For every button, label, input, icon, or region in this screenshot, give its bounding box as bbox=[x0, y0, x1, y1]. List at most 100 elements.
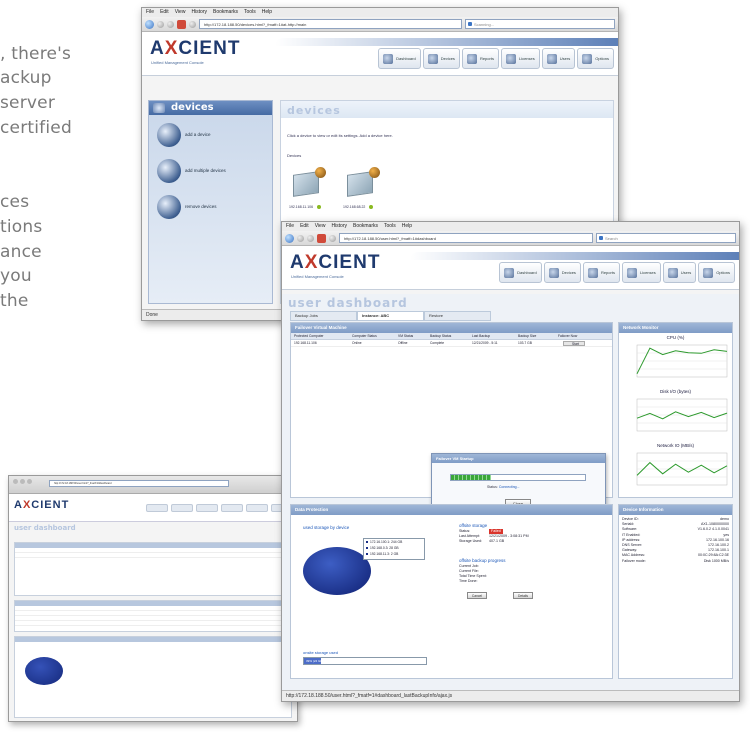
sidebar-item-add-multiple[interactable]: add multiple devices bbox=[149, 157, 272, 187]
panel-header: Failover Virtual Machine bbox=[291, 323, 612, 333]
storage-pie-chart bbox=[303, 547, 371, 595]
forward-icon[interactable] bbox=[157, 20, 164, 28]
main-toolbar: Dashboard Devices Reports Licenses Users… bbox=[499, 262, 735, 283]
mini-toolbar bbox=[146, 504, 293, 512]
mini-toolbar-button[interactable] bbox=[196, 504, 218, 512]
back-icon[interactable] bbox=[285, 233, 294, 243]
page-title: user dashboard bbox=[288, 296, 408, 310]
table-row[interactable]: 192.168.11.106 Online Offline Complete 1… bbox=[291, 340, 612, 347]
brochure-line: tions bbox=[0, 217, 43, 237]
toolbar-devices-button[interactable]: Devices bbox=[422, 48, 460, 69]
search-box[interactable]: Scanning... bbox=[465, 19, 615, 29]
mini-toolbar-button[interactable] bbox=[246, 504, 268, 512]
toolbar-dashboard-button[interactable]: Dashboard bbox=[499, 262, 542, 283]
toolbar-users-button[interactable]: Users bbox=[541, 48, 576, 69]
toolbar-licenses-button[interactable]: Licenses bbox=[500, 48, 540, 69]
reload-icon[interactable] bbox=[307, 234, 314, 242]
mini-toolbar-button[interactable] bbox=[221, 504, 243, 512]
menu-view[interactable]: View bbox=[315, 222, 326, 231]
device-badge-icon bbox=[369, 167, 380, 178]
dashboard-body: user dashboard Backup Jobs Instance: ABC… bbox=[282, 294, 739, 690]
brochure-line: ance bbox=[0, 242, 42, 262]
mini-devices-panel bbox=[14, 600, 292, 632]
devices-icon bbox=[427, 53, 438, 64]
window-zoom-icon[interactable] bbox=[27, 479, 32, 484]
menu-file[interactable]: File bbox=[286, 222, 294, 231]
stop-icon[interactable] bbox=[177, 19, 186, 29]
panel-header: Data Protection bbox=[291, 505, 612, 515]
menu-help[interactable]: Help bbox=[262, 8, 272, 17]
details-button[interactable]: Details bbox=[513, 592, 533, 599]
menu-edit[interactable]: Edit bbox=[160, 8, 169, 17]
toolbar-dashboard-button[interactable]: Dashboard bbox=[378, 48, 421, 69]
menu-bar: File Edit View History Bookmarks Tools H… bbox=[282, 222, 739, 231]
stop-icon[interactable] bbox=[317, 233, 326, 243]
forward-icon[interactable] bbox=[297, 234, 304, 242]
tab-restore[interactable]: Restore bbox=[424, 311, 491, 321]
menu-history[interactable]: History bbox=[331, 222, 347, 231]
window-close-icon[interactable] bbox=[13, 479, 18, 484]
toolbar-options-button[interactable]: Options bbox=[577, 48, 614, 69]
dashboard-icon bbox=[383, 53, 394, 64]
mini-toolbar-button[interactable] bbox=[171, 504, 193, 512]
tab-backup-jobs[interactable]: Backup Jobs bbox=[290, 311, 357, 321]
sidebar-item-label: add a device bbox=[185, 132, 211, 137]
menu-tools[interactable]: Tools bbox=[384, 222, 396, 231]
reload-icon[interactable] bbox=[167, 20, 174, 28]
device-tile[interactable]: 192.168.68.22 bbox=[343, 163, 383, 210]
mini-toolbar-button[interactable] bbox=[146, 504, 168, 512]
sidebar-item-label: add multiple devices bbox=[185, 168, 226, 173]
onsite-storage-label: onsite storage used bbox=[303, 650, 338, 655]
reports-icon bbox=[466, 53, 477, 64]
toolbar-reports-button[interactable]: Reports bbox=[461, 48, 499, 69]
toolbar-options-button[interactable]: Options bbox=[698, 262, 735, 283]
menu-tools[interactable]: Tools bbox=[244, 8, 256, 17]
licenses-icon bbox=[626, 267, 637, 278]
brochure-line: certified bbox=[0, 118, 72, 138]
home-icon[interactable] bbox=[329, 234, 336, 242]
devices-group-label: Devices bbox=[287, 153, 302, 158]
dashboard-browser-window: File Edit View History Bookmarks Tools H… bbox=[281, 221, 740, 702]
mini-app-header: AXCIENT bbox=[9, 494, 297, 522]
toolbar-users-button[interactable]: Users bbox=[662, 262, 697, 283]
menu-view[interactable]: View bbox=[175, 8, 186, 17]
network-chart-title: Network IO (MB/s) bbox=[656, 443, 694, 448]
window-minimize-icon[interactable] bbox=[20, 479, 25, 484]
cancel-button[interactable]: Cancel bbox=[467, 592, 487, 599]
toolbar-devices-button[interactable]: Devices bbox=[543, 262, 581, 283]
menu-history[interactable]: History bbox=[191, 8, 207, 17]
sidebar-item-add-device[interactable]: add a device bbox=[149, 121, 272, 151]
mini-address-bar[interactable]: http://172.18.188.50/user.html?_fmatf=1#… bbox=[49, 480, 229, 487]
back-icon[interactable] bbox=[145, 19, 154, 29]
offsite-storage-title: offsite storage bbox=[459, 523, 488, 528]
disk-line-chart bbox=[636, 398, 728, 432]
storage-legend: 172.16.100.1: 244 GB 192.168.0.3: 28 GB … bbox=[363, 538, 425, 560]
cpu-chart-title: CPU (%) bbox=[666, 335, 685, 340]
toolbar-reports-button[interactable]: Reports bbox=[582, 262, 620, 283]
sidebar-item-remove-devices[interactable]: remove devices bbox=[149, 193, 272, 223]
search-box[interactable]: Search bbox=[596, 233, 736, 243]
brochure-line: you bbox=[0, 266, 32, 286]
device-tile[interactable]: 192.168.11.106 bbox=[289, 163, 329, 210]
tab-instance[interactable]: Instance: ABC bbox=[357, 311, 424, 321]
mini-page-title: user dashboard bbox=[14, 524, 76, 532]
brochure-line: , there's bbox=[0, 44, 72, 64]
menu-edit[interactable]: Edit bbox=[300, 222, 309, 231]
failover-start-button[interactable]: Start bbox=[563, 341, 585, 346]
menu-bookmarks[interactable]: Bookmarks bbox=[213, 8, 238, 17]
header-swoosh bbox=[275, 38, 618, 46]
main-toolbar: Dashboard Devices Reports Licenses Users… bbox=[378, 48, 614, 69]
monitor-charts-panel: Network Monitor CPU (%) Disk I/O (bytes)… bbox=[618, 322, 733, 498]
add-device-icon bbox=[157, 123, 181, 147]
licenses-icon bbox=[505, 53, 516, 64]
device-label: 192.168.11.106 bbox=[289, 205, 322, 210]
cpu-line-chart bbox=[636, 344, 728, 378]
address-bar[interactable]: http://172.18.188.50/user.html?_fmatf=1#… bbox=[339, 233, 593, 243]
toolbar-licenses-button[interactable]: Licenses bbox=[621, 262, 661, 283]
menu-bookmarks[interactable]: Bookmarks bbox=[353, 222, 378, 231]
menu-help[interactable]: Help bbox=[402, 222, 412, 231]
menu-file[interactable]: File bbox=[146, 8, 154, 17]
device-info-list: Device ID: demo Serial#: AX1-1080000000 Soft… bbox=[619, 515, 732, 566]
address-bar[interactable]: http://172.18.188.50/devices.html?_fmatf… bbox=[199, 19, 462, 29]
home-icon[interactable] bbox=[189, 20, 196, 28]
